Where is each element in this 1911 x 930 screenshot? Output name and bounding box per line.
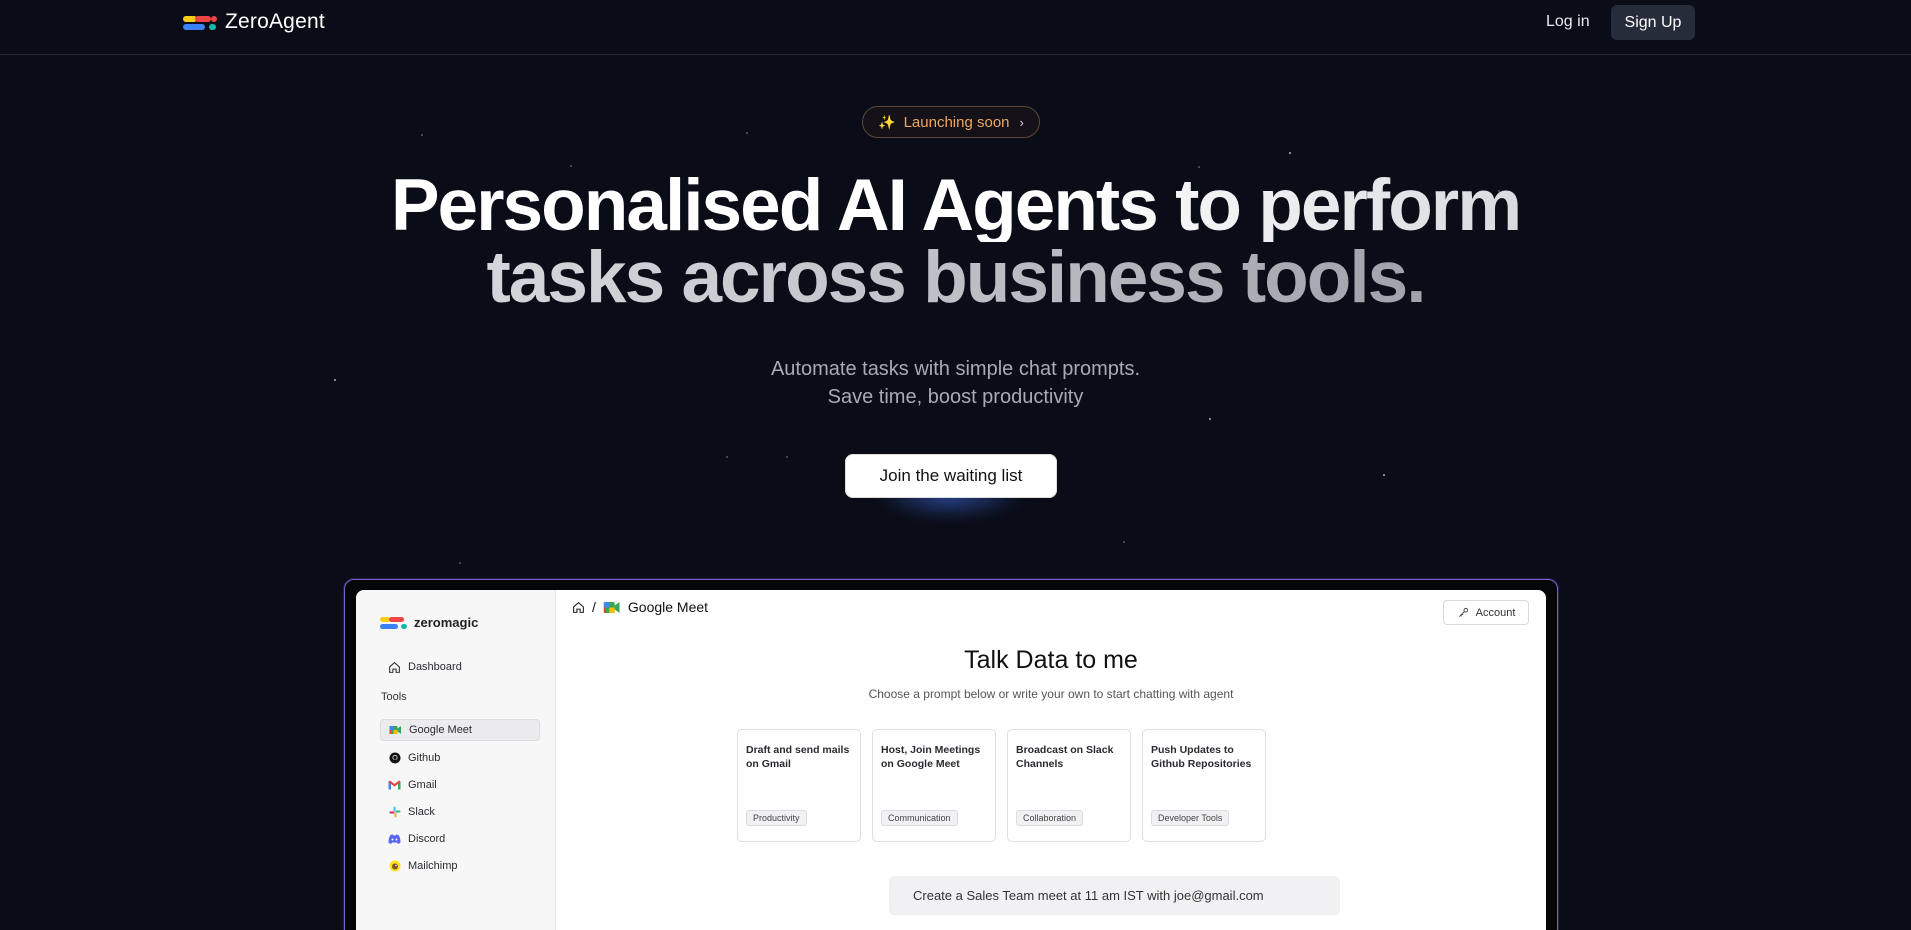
slack-icon bbox=[388, 806, 401, 819]
home-icon bbox=[388, 661, 401, 674]
github-icon bbox=[388, 752, 401, 765]
sidebar-item-label: Github bbox=[408, 752, 441, 764]
star bbox=[459, 562, 461, 564]
sidebar-item-github[interactable]: Github bbox=[380, 747, 540, 769]
star bbox=[1209, 418, 1211, 420]
sidebar-item-mailchimp[interactable]: Mailchimp bbox=[380, 855, 540, 877]
star bbox=[726, 456, 728, 458]
prompt-card-title: Draft and send mails on Gmail bbox=[746, 744, 850, 770]
brand-logo-link[interactable]: ZeroAgent bbox=[183, 10, 325, 34]
app-topbar: / Google Meet Account bbox=[556, 590, 1546, 626]
sidebar-item-label: Slack bbox=[408, 806, 435, 818]
star bbox=[746, 132, 748, 134]
sidebar-item-google-meet[interactable]: Google Meet bbox=[380, 719, 540, 741]
sidebar-item-slack[interactable]: Slack bbox=[380, 801, 540, 823]
headline-line-1: Personalised AI Agents to perform bbox=[0, 169, 1911, 242]
prompt-card-title: Push Updates to Github Repositories bbox=[1151, 744, 1252, 770]
sidebar-item-label: Mailchimp bbox=[408, 860, 458, 872]
subtitle-line-2: Save time, boost productivity bbox=[827, 386, 1084, 408]
sidebar-item-dashboard[interactable]: Dashboard bbox=[380, 656, 540, 678]
prompt-card-tag: Developer Tools bbox=[1151, 810, 1230, 826]
top-nav: ZeroAgent Log in Sign Up bbox=[0, 0, 1911, 55]
prompt-card[interactable]: Host, Join Meetings on Google Meet Commu… bbox=[872, 729, 996, 842]
mailchimp-icon bbox=[388, 860, 401, 873]
gmail-icon bbox=[388, 779, 401, 792]
prompt-card-tag: Collaboration bbox=[1016, 810, 1084, 826]
sidebar-item-gmail[interactable]: Gmail bbox=[380, 774, 540, 796]
star bbox=[421, 134, 423, 136]
hero-subtitle: Automate tasks with simple chat prompts.… bbox=[0, 355, 1911, 411]
chevron-right-icon: › bbox=[1019, 114, 1024, 130]
badge-label: Launching soon bbox=[903, 113, 1010, 131]
prompt-card-tag: Productivity bbox=[746, 810, 807, 826]
home-icon[interactable] bbox=[572, 601, 585, 614]
discord-icon bbox=[388, 833, 401, 846]
chat-prompt-text: Create a Sales Team meet at 11 am IST wi… bbox=[913, 888, 1264, 903]
google-meet-icon bbox=[389, 724, 402, 737]
key-icon bbox=[1457, 606, 1470, 619]
hero-headline: Personalised AI Agents to perform tasks … bbox=[0, 169, 1911, 314]
subtitle-line-1: Automate tasks with simple chat prompts. bbox=[770, 358, 1141, 380]
prompt-card-tag: Communication bbox=[881, 810, 958, 826]
sidebar-item-discord[interactable]: Discord bbox=[380, 828, 540, 850]
breadcrumb-current: Google Meet bbox=[627, 599, 709, 615]
breadcrumb: / Google Meet bbox=[572, 599, 708, 615]
account-label: Account bbox=[1475, 606, 1516, 619]
tools-heading: Tools bbox=[381, 691, 407, 703]
google-meet-icon bbox=[603, 601, 621, 614]
star bbox=[786, 456, 788, 458]
chat-title: Talk Data to me bbox=[964, 646, 1138, 674]
star bbox=[1289, 152, 1291, 154]
sidebar-item-label: Dashboard bbox=[408, 661, 462, 673]
prompt-card[interactable]: Push Updates to Github Repositories Deve… bbox=[1142, 729, 1266, 842]
star bbox=[1383, 474, 1385, 476]
prompt-card[interactable]: Broadcast on Slack Channels Collaboratio… bbox=[1007, 729, 1131, 842]
launching-soon-badge[interactable]: ✨ Launching soon › bbox=[862, 106, 1040, 138]
chat-prompt-input[interactable]: Create a Sales Team meet at 11 am IST wi… bbox=[889, 876, 1340, 915]
prompt-card[interactable]: Draft and send mails on Gmail Productivi… bbox=[737, 729, 861, 842]
sidebar-item-label: Discord bbox=[408, 833, 446, 845]
signup-button[interactable]: Sign Up bbox=[1611, 5, 1695, 40]
app-preview: zeromagic Dashboard Tools Google Meet Gi… bbox=[356, 590, 1546, 930]
star bbox=[1123, 541, 1125, 543]
zeromagic-name: zeromagic bbox=[414, 615, 479, 630]
chat-subtitle: Choose a prompt below or write your own … bbox=[868, 687, 1234, 701]
zeromagic-brand[interactable]: zeromagic bbox=[380, 615, 478, 630]
sparkle-icon: ✨ bbox=[878, 113, 896, 130]
login-link[interactable]: Log in bbox=[1546, 13, 1590, 31]
sidebar-item-label: Google Meet bbox=[409, 724, 472, 736]
sidebar-item-label: Gmail bbox=[408, 779, 437, 791]
app-sidebar: zeromagic Dashboard Tools Google Meet Gi… bbox=[356, 590, 556, 930]
prompt-card-title: Broadcast on Slack Channels bbox=[1016, 744, 1114, 770]
prompt-card-title: Host, Join Meetings on Google Meet bbox=[881, 744, 981, 770]
brand-name: ZeroAgent bbox=[225, 10, 325, 33]
account-button[interactable]: Account bbox=[1443, 600, 1529, 625]
zeromagic-logo-icon bbox=[380, 615, 408, 630]
join-waitlist-button[interactable]: Join the waiting list bbox=[845, 454, 1057, 498]
breadcrumb-separator: / bbox=[592, 599, 596, 615]
headline-line-2: tasks across business tools. bbox=[0, 241, 1911, 314]
zeroagent-logo-icon bbox=[183, 12, 217, 32]
